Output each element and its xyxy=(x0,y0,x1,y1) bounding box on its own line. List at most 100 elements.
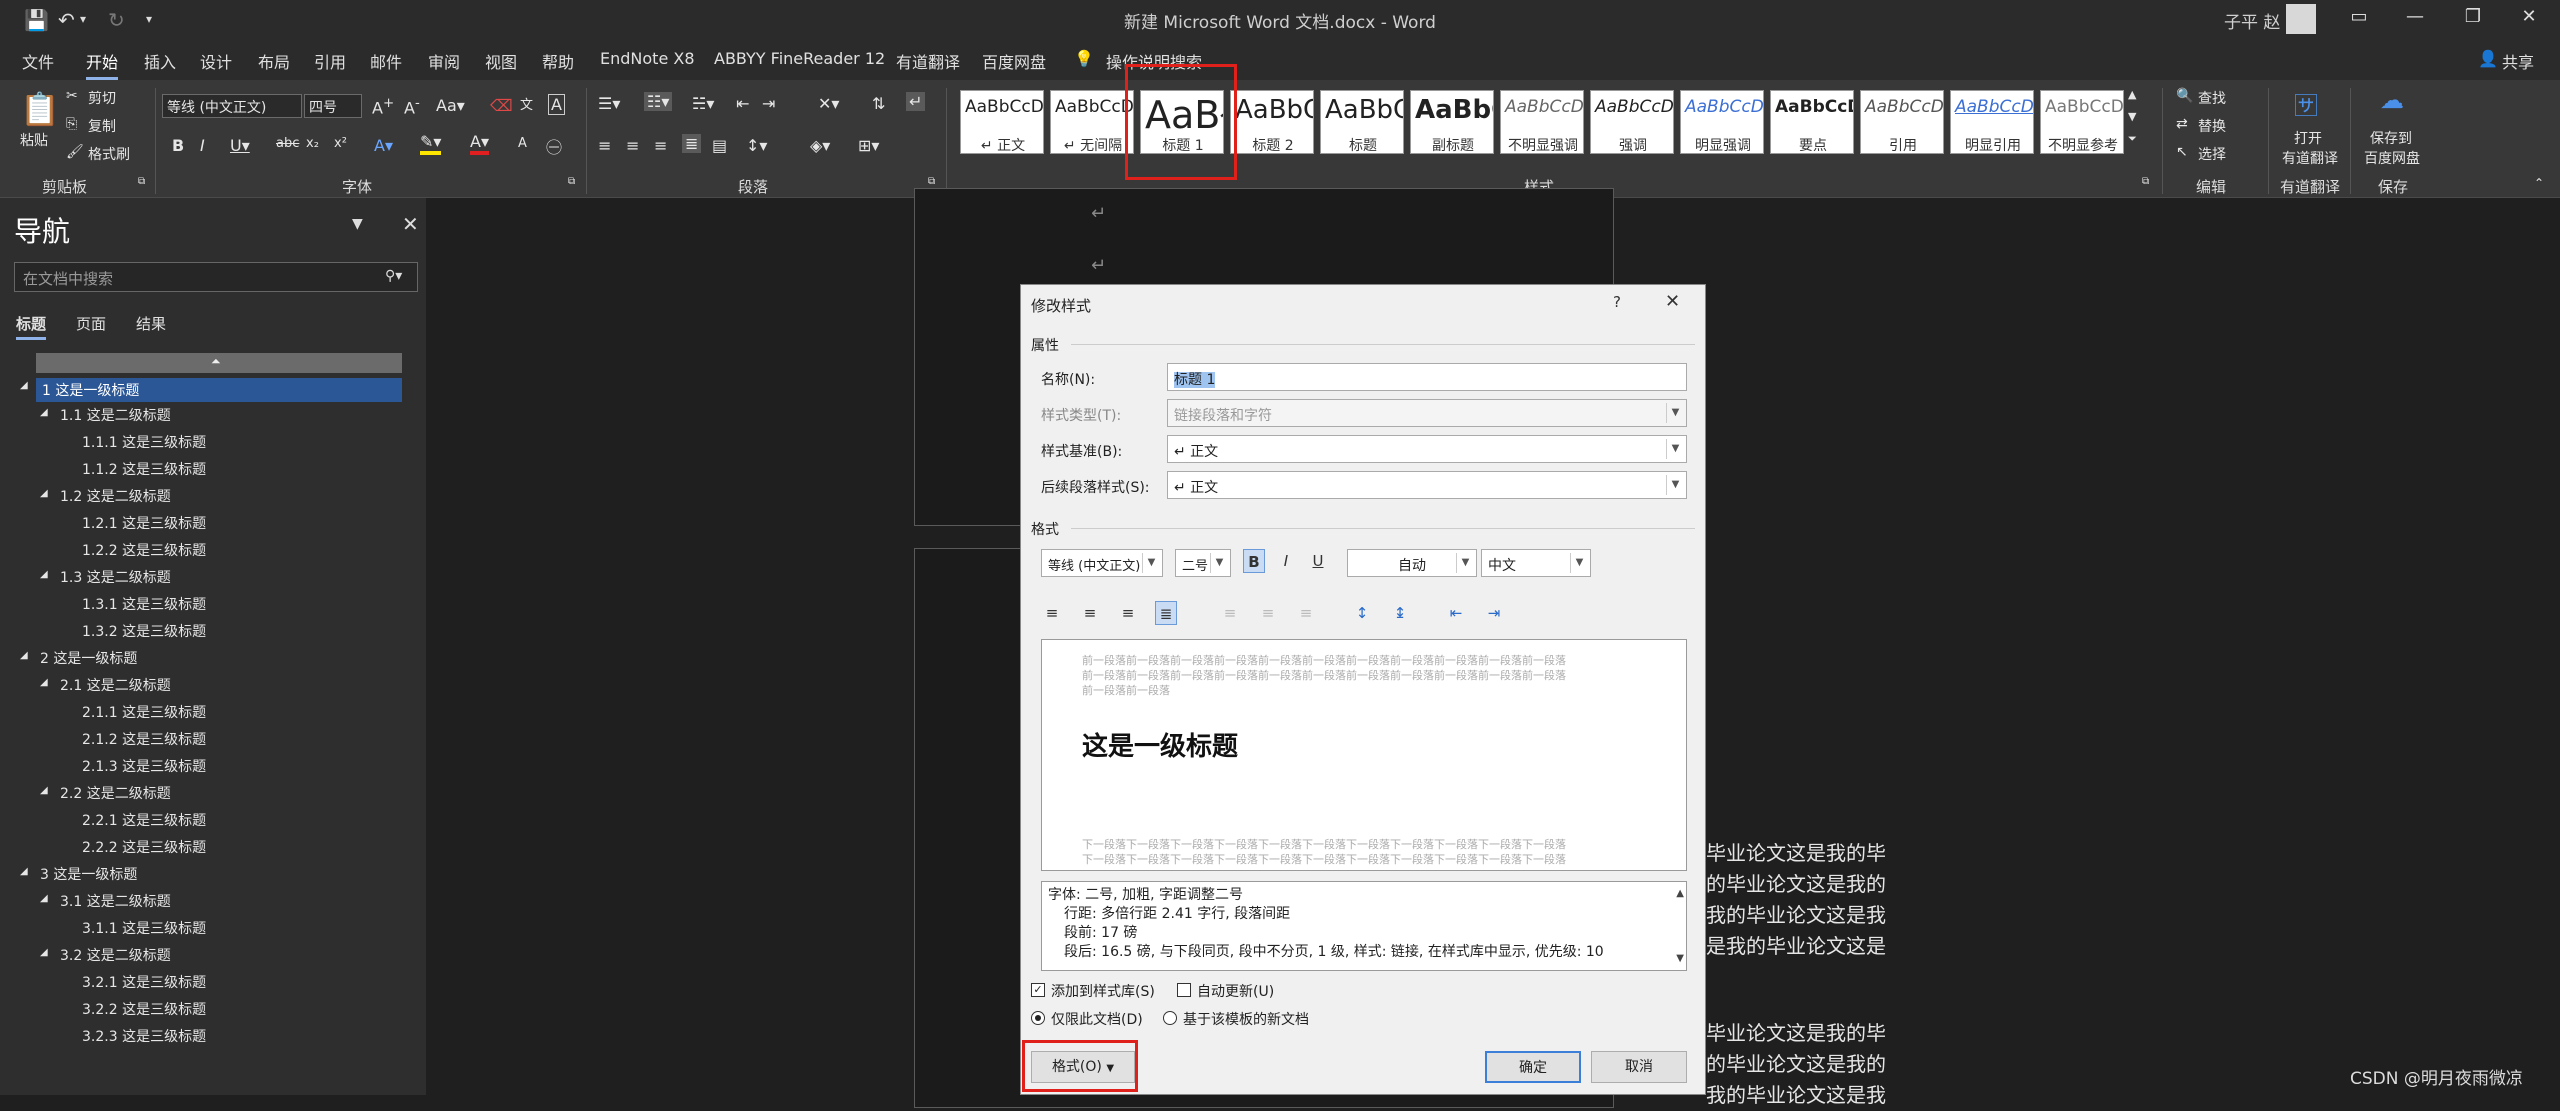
tab-file[interactable]: 文件 xyxy=(22,49,54,73)
find-button[interactable]: 查找 xyxy=(2198,88,2226,108)
chevron-down-icon[interactable]: ▼ xyxy=(1666,475,1684,495)
style-quote[interactable]: AaBbCcDc 引用 xyxy=(1860,90,1944,154)
chevron-down-icon[interactable]: ▼ xyxy=(1570,553,1588,573)
cut-button[interactable]: 剪切 xyxy=(88,88,116,108)
line-spacing-icon[interactable]: ↕▾ xyxy=(746,136,767,155)
chevron-down-icon[interactable]: ▼ xyxy=(1666,439,1684,459)
expand-arrow-icon[interactable]: ◢ xyxy=(40,785,48,796)
chevron-down-icon[interactable]: ▼ xyxy=(1210,553,1228,573)
character-shading-icon[interactable]: A xyxy=(518,136,527,151)
italic-toggle[interactable]: I xyxy=(1275,549,1297,573)
paste-button[interactable]: 粘贴 xyxy=(20,130,48,150)
expand-arrow-icon[interactable]: ◢ xyxy=(40,488,48,499)
only-this-document-radio[interactable] xyxy=(1031,1011,1045,1025)
color-select[interactable]: 自动 ▼ xyxy=(1347,549,1477,577)
shrink-font-icon[interactable]: A- xyxy=(404,96,420,117)
cloud-icon[interactable]: ☁ xyxy=(2380,86,2404,114)
align-center-icon[interactable]: ≡ xyxy=(626,136,639,155)
nav-tab-results[interactable]: 结果 xyxy=(136,313,166,334)
tab-references[interactable]: 引用 xyxy=(314,49,346,73)
distributed-icon[interactable]: ▤ xyxy=(712,136,727,155)
expand-arrow-icon[interactable]: ◢ xyxy=(40,407,48,418)
style-intense-quote[interactable]: AaBbCcDc 明显引用 xyxy=(1950,90,2034,154)
tab-insert[interactable]: 插入 xyxy=(144,49,176,73)
underline-toggle[interactable]: U xyxy=(1307,549,1329,573)
highlight-icon[interactable]: ✎▾ xyxy=(420,132,442,155)
collapse-ribbon-icon[interactable]: ⌃ xyxy=(2534,176,2544,190)
nav-heading-item[interactable]: 1.3.1 这是三级标题 xyxy=(82,594,206,614)
tab-mailings[interactable]: 邮件 xyxy=(370,49,402,73)
style-heading-2[interactable]: AaBbC 标题 2 xyxy=(1230,90,1314,154)
restore-icon[interactable]: ❐ xyxy=(2458,6,2488,27)
expand-arrow-icon[interactable]: ◢ xyxy=(40,947,48,958)
next-style-select[interactable]: ↵ 正文 ▼ xyxy=(1167,471,1687,499)
numbering-icon[interactable]: ☷▾ xyxy=(644,92,673,111)
search-icon[interactable]: ⚲▾ xyxy=(385,268,402,284)
decrease-indent-icon[interactable]: ⇤ xyxy=(1445,601,1467,625)
phonetic-guide-icon[interactable]: 文 xyxy=(520,94,533,113)
show-marks-icon[interactable]: ↵ xyxy=(906,92,926,111)
text-effects-icon[interactable]: A▾ xyxy=(374,136,393,155)
nav-close-icon[interactable]: ✕ xyxy=(402,212,419,236)
name-field[interactable]: 标题 1 xyxy=(1167,363,1687,391)
style-based-select[interactable]: ↵ 正文 ▼ xyxy=(1167,435,1687,463)
style-intense-emphasis[interactable]: AaBbCcDc 明显强调 xyxy=(1680,90,1764,154)
avatar[interactable] xyxy=(2286,4,2316,34)
nav-heading-item[interactable]: 3.2.3 这是三级标题 xyxy=(82,1026,206,1046)
nav-heading-item[interactable]: 2.1 这是二级标题 xyxy=(60,675,171,695)
nav-heading-item[interactable]: 2.1.1 这是三级标题 xyxy=(82,702,206,722)
nav-heading-item[interactable]: 2.1.2 这是三级标题 xyxy=(82,729,206,749)
replace-icon[interactable]: ⇄ xyxy=(2176,116,2188,132)
styles-launcher-icon[interactable]: ⧉ xyxy=(2142,176,2149,187)
ok-button[interactable]: 确定 xyxy=(1485,1051,1581,1083)
nav-options-icon[interactable]: ▼ xyxy=(352,216,363,232)
body-paragraph[interactable]: 毕业论文这是我的毕 的毕业论文这是我的 我的毕业论文这是我 是我的毕业论文这是 xyxy=(1706,838,1886,962)
close-window-icon[interactable]: ✕ xyxy=(2514,6,2544,27)
nav-tab-pages[interactable]: 页面 xyxy=(76,313,106,334)
open-translate-label-2[interactable]: 有道翻译 xyxy=(2282,148,2338,168)
align-right-icon[interactable]: ≡ xyxy=(1117,601,1139,625)
share-icon[interactable]: 👤 xyxy=(2478,49,2498,68)
nav-heading-item[interactable]: 2.2.2 这是三级标题 xyxy=(82,837,206,857)
copy-icon[interactable]: ⎘ xyxy=(66,116,77,132)
clipboard-launcher-icon[interactable]: ⧉ xyxy=(138,176,145,187)
nav-heading-item[interactable]: 1.3.2 这是三级标题 xyxy=(82,621,206,641)
align-left-icon[interactable]: ≡ xyxy=(1041,601,1063,625)
expand-arrow-icon[interactable]: ◢ xyxy=(40,677,48,688)
bold-toggle[interactable]: B xyxy=(1243,549,1265,573)
underline-icon[interactable]: U▾ xyxy=(230,136,250,155)
chevron-down-icon[interactable]: ▼ xyxy=(1142,553,1160,573)
scroll-down-icon[interactable]: ▼ xyxy=(1676,949,1684,968)
expand-arrow-icon[interactable]: ◢ xyxy=(20,380,28,391)
align-right-icon[interactable]: ≡ xyxy=(654,136,667,155)
tab-design[interactable]: 设计 xyxy=(200,49,232,73)
nav-heading-item[interactable]: 3.1 这是二级标题 xyxy=(60,891,171,911)
strikethrough-icon[interactable]: abc xyxy=(276,136,299,151)
align-left-icon[interactable]: ≡ xyxy=(598,136,611,155)
style-no-spacing[interactable]: AaBbCcDc ↵ 无间隔 xyxy=(1050,90,1134,154)
nav-heading-item[interactable]: 2 这是一级标题 xyxy=(40,648,137,668)
new-template-radio[interactable] xyxy=(1163,1011,1177,1025)
nav-heading-item[interactable]: 2.1.3 这是三级标题 xyxy=(82,756,206,776)
tab-baidu[interactable]: 百度网盘 xyxy=(982,49,1046,73)
tab-youdao[interactable]: 有道翻译 xyxy=(896,49,960,73)
style-emphasis[interactable]: AaBbCcDc 强调 xyxy=(1590,90,1674,154)
chevron-down-icon[interactable]: ▼ xyxy=(1456,553,1474,573)
grow-font-icon[interactable]: A+ xyxy=(372,96,394,117)
font-color-icon[interactable]: A▾ xyxy=(470,132,489,155)
change-case-icon[interactable]: Aa▾ xyxy=(436,96,465,115)
borders-icon[interactable]: ⊞▾ xyxy=(858,136,879,155)
select-button[interactable]: 选择 xyxy=(2198,144,2226,164)
clear-formatting-icon[interactable]: ⌫ xyxy=(490,96,513,115)
multilevel-list-icon[interactable]: ☵▾ xyxy=(692,94,714,113)
decrease-spacing-icon[interactable]: ↨ xyxy=(1389,601,1411,625)
share-button[interactable]: 共享 xyxy=(2502,49,2534,73)
font-name-select[interactable]: 等线 (中文正文) xyxy=(162,94,302,118)
nav-heading-item[interactable]: 2.2.1 这是三级标题 xyxy=(82,810,206,830)
tab-abbyy[interactable]: ABBYY FineReader 12 xyxy=(714,49,885,68)
nav-heading-item[interactable]: 3.2.1 这是三级标题 xyxy=(82,972,206,992)
style-normal[interactable]: AaBbCcDc ↵ 正文 xyxy=(960,90,1044,154)
tab-home[interactable]: 开始 xyxy=(86,49,119,80)
align-center-icon[interactable]: ≡ xyxy=(1079,601,1101,625)
expand-arrow-icon[interactable]: ◢ xyxy=(40,569,48,580)
